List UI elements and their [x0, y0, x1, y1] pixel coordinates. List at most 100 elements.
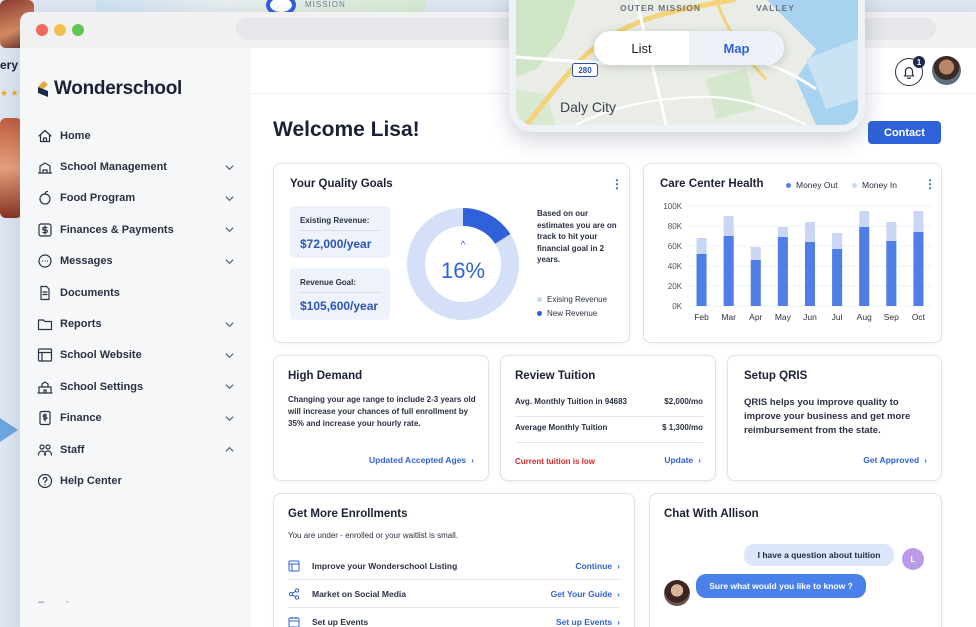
existing-revenue-label: Existing Revenue:	[300, 216, 370, 225]
sidebar-item-label: Documents	[60, 286, 120, 299]
legend-label: Money Out	[796, 180, 838, 190]
building-icon	[37, 159, 53, 175]
page-title: Welcome Lisa!	[273, 118, 420, 141]
sidebar-item-finances-payments[interactable]: Finances & Payments	[20, 214, 251, 245]
chevron-right-icon: ›	[698, 455, 701, 465]
sidebar-item-label: Help Center	[60, 474, 122, 487]
link-label: Get Approved	[863, 455, 920, 465]
enrollment-row[interactable]: Improve your Wonderschool Listing Contin…	[288, 552, 620, 580]
get-guide-link[interactable]: Get Your Guide ›	[551, 589, 620, 599]
chevron-right-icon: ›	[924, 455, 927, 465]
tuition-value: $ 1,300/mo	[662, 423, 703, 432]
y-tick-label: 100K	[663, 202, 682, 211]
tuition-alert: Current tuition is low	[515, 457, 595, 466]
set-up-events-link[interactable]: Set up Events ›	[556, 617, 620, 627]
legend-dot	[852, 182, 857, 188]
sidebar-item-school-management[interactable]: School Management	[20, 151, 251, 182]
staff-icon	[37, 442, 53, 458]
get-approved-link[interactable]: Get Approved ›	[863, 455, 927, 465]
sidebar-item-food-program[interactable]: Food Program	[20, 183, 251, 214]
chevron-down-icon[interactable]	[223, 192, 235, 204]
sidebar-item-school-website[interactable]: School Website	[20, 340, 251, 371]
x-tick-label: Apr	[749, 312, 762, 322]
chevron-down-icon[interactable]	[223, 381, 235, 393]
chevron-right-icon: ›	[617, 560, 620, 571]
link-label: Update	[664, 455, 694, 465]
map-panel[interactable]: OUTER MISSION VALLEY 280 Daly City List …	[509, 0, 865, 132]
link-label: Updated Accepted Ages	[369, 455, 467, 465]
school-icon	[37, 379, 53, 395]
more-options-icon[interactable]: ⋮	[924, 178, 936, 190]
sidebar-item-documents[interactable]: Documents	[20, 277, 251, 308]
contact-button[interactable]: Contact	[868, 121, 941, 144]
chevron-down-icon[interactable]	[223, 255, 235, 267]
layout-icon	[288, 560, 300, 572]
sidebar-item-label: School Settings	[60, 380, 144, 393]
chevron-down-icon[interactable]	[223, 161, 235, 173]
update-link[interactable]: Update ›	[664, 455, 701, 465]
list-view-toggle[interactable]: List	[594, 31, 689, 65]
highway-shield-icon: 280	[572, 63, 598, 77]
sidebar-item-reports[interactable]: Reports	[20, 308, 251, 339]
card-title: Setup QRIS	[744, 370, 808, 382]
legend-label: Money In	[862, 180, 897, 190]
enrollment-row[interactable]: Set up Events Set up Events ›	[288, 608, 620, 627]
main-content: 1 Welcome Lisa! Contact Your Quality Goa…	[251, 48, 976, 627]
sidebar: Wonderschool Home School Management Food P…	[20, 48, 251, 627]
chevron-down-icon[interactable]	[223, 349, 235, 361]
chevron-down-icon[interactable]	[223, 318, 235, 330]
view-toggle[interactable]: List Map	[594, 31, 784, 65]
sidebar-item-school-settings[interactable]: School Settings	[20, 371, 251, 402]
sidebar-item-help-center[interactable]: Help Center	[20, 465, 251, 496]
legend-money-in: Money In	[852, 180, 897, 190]
bar-money-out	[750, 260, 761, 306]
sidebar-item-messages[interactable]: Messages	[20, 246, 251, 277]
dollar-icon	[37, 222, 53, 238]
x-tick-label: Jul	[832, 312, 843, 322]
more-options-icon[interactable]: ⋮	[611, 178, 623, 190]
revenue-goal-box: Revenue Goal: $105,600/year	[290, 268, 390, 320]
chevron-down-icon[interactable]	[223, 412, 235, 424]
document-icon	[37, 285, 53, 301]
y-tick-label: 60K	[668, 242, 683, 251]
legend-money-out: Money Out	[786, 180, 838, 190]
tuition-label: Avg. Monthly Tuition in 94683	[515, 397, 628, 406]
link-label: Continue	[575, 560, 613, 571]
sidebar-item-label: Staff	[60, 443, 85, 456]
chevron-down-icon[interactable]	[223, 224, 235, 236]
finance-icon	[37, 410, 53, 426]
close-window-button[interactable]	[36, 24, 48, 36]
sidebar-item-label: Food Program	[60, 192, 136, 205]
sidebar-item-staff[interactable]: Staff	[20, 434, 251, 465]
bar-money-out	[696, 254, 707, 306]
help-icon	[37, 473, 53, 489]
map-view-toggle[interactable]: Map	[689, 31, 784, 65]
share-icon	[288, 587, 300, 600]
minimize-window-button[interactable]	[54, 24, 66, 36]
maximize-window-button[interactable]	[72, 24, 84, 36]
logo-text: Wonderschool	[54, 78, 182, 99]
sidebar-item-label: Reports	[60, 318, 102, 331]
notifications-button[interactable]: 1	[895, 56, 925, 86]
legend-dot	[537, 297, 542, 302]
chevron-up-icon[interactable]	[223, 444, 235, 456]
chat-icon	[37, 253, 53, 269]
tuition-label: Average Monthly Tuition	[515, 423, 608, 432]
setup-qris-card: Setup QRIS QRIS helps you improve qualit…	[727, 355, 942, 481]
divider	[300, 230, 380, 231]
sidebar-item-home[interactable]: Home	[20, 120, 251, 151]
sidebar-item-finance[interactable]: Finance	[20, 403, 251, 434]
user-message-bubble: I have a question about tuition	[744, 544, 894, 566]
updated-ages-link[interactable]: Updated Accepted Ages ›	[369, 455, 474, 465]
link-label: Get Your Guide	[550, 588, 613, 599]
sidebar-footer: ‒ ·	[38, 596, 70, 608]
card-title: Your Quality Goals	[290, 178, 393, 190]
enrollment-row[interactable]: Market on Social Media Get Your Guide ›	[288, 580, 620, 608]
allison-avatar	[664, 580, 690, 606]
map-area-label: VALLEY	[756, 3, 795, 13]
continue-link[interactable]: Continue ›	[575, 561, 620, 571]
logo[interactable]: Wonderschool	[38, 78, 182, 100]
avatar[interactable]	[932, 56, 961, 85]
wonderschool-logo-icon	[38, 81, 48, 97]
calendar-icon	[288, 616, 300, 627]
